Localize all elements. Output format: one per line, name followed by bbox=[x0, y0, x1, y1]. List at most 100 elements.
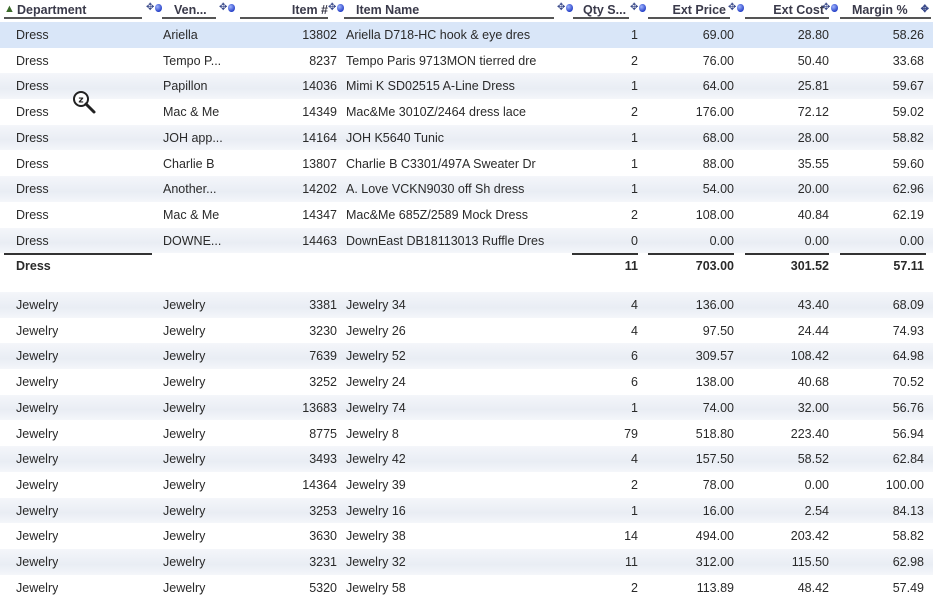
group-subtotal-row: Dress 11 703.00 301.52 57.11 bbox=[0, 253, 933, 279]
table-row[interactable]: Dress JOH app... 14164 JOH K5640 Tunic 1… bbox=[0, 124, 933, 151]
column-header-item-number[interactable]: Item # bbox=[240, 2, 328, 19]
cell-vendor: Charlie B bbox=[163, 156, 215, 171]
cell-ext-cost: 25.81 bbox=[797, 79, 829, 94]
move-column-icon[interactable]: ✥ bbox=[328, 3, 344, 13]
cell-ext-price: 0.00 bbox=[709, 233, 734, 248]
table-row[interactable]: Dress Another... 14202 A. Love VCKN9030 … bbox=[0, 176, 933, 202]
cell-margin: 56.94 bbox=[892, 426, 924, 441]
column-header-vendor[interactable]: Ven... bbox=[162, 2, 216, 19]
cell-vendor: Jewelry bbox=[163, 580, 206, 595]
table-row[interactable]: Jewelry Jewelry 3381 Jewelry 34 4 136.00… bbox=[0, 292, 933, 318]
cell-item-number: 14036 bbox=[302, 79, 337, 94]
cell-ext-cost: 40.84 bbox=[797, 207, 829, 222]
cell-vendor: Jewelry bbox=[163, 503, 206, 518]
svg-text:z: z bbox=[78, 96, 83, 106]
cell-qty: 1 bbox=[631, 156, 638, 171]
table-row[interactable]: Jewelry Jewelry 14364 Jewelry 39 2 78.00… bbox=[0, 471, 933, 498]
column-header-qty[interactable]: Qty S... bbox=[573, 2, 629, 19]
cell-qty: 4 bbox=[631, 298, 638, 312]
cell-ext-price: 108.00 bbox=[695, 207, 734, 222]
cell-item-number: 3230 bbox=[309, 323, 337, 338]
table-row[interactable]: Dress Mac & Me 14347 Mac&Me 685Z/2589 Mo… bbox=[0, 201, 933, 228]
cell-qty: 2 bbox=[631, 477, 638, 492]
cell-vendor: Jewelry bbox=[163, 555, 206, 569]
cell-qty: 14 bbox=[624, 529, 638, 544]
cell-item-name: Mimi K SD02515 A-Line Dress bbox=[346, 79, 515, 94]
cell-department: Jewelry bbox=[16, 323, 59, 338]
table-row[interactable]: Jewelry Jewelry 7639 Jewelry 52 6 309.57… bbox=[0, 343, 933, 370]
cell-item-name: A. Love VCKN9030 off Sh dress bbox=[346, 182, 525, 197]
column-header-ext-price[interactable]: Ext Price bbox=[648, 2, 730, 19]
table-row[interactable]: Dress Mac & Me 14349 Mac&Me 3010Z/2464 d… bbox=[0, 99, 933, 125]
move-column-icon[interactable]: ✥ bbox=[822, 3, 838, 13]
column-header-item-name[interactable]: Item Name bbox=[344, 2, 554, 19]
sort-ascending-icon[interactable]: ▲ bbox=[4, 2, 15, 16]
cell-item-name: Charlie B C3301/497A Sweater Dr bbox=[346, 156, 536, 171]
move-column-icon[interactable]: ✥ bbox=[146, 3, 162, 13]
table-row[interactable]: Jewelry Jewelry 3253 Jewelry 16 1 16.00 … bbox=[0, 497, 933, 524]
table-row[interactable]: Jewelry Jewelry 3252 Jewelry 24 6 138.00… bbox=[0, 369, 933, 395]
cell-qty: 1 bbox=[631, 503, 638, 518]
table-row[interactable]: Jewelry Jewelry 3630 Jewelry 38 14 494.0… bbox=[0, 523, 933, 549]
move-column-icon[interactable]: ✥ bbox=[630, 3, 646, 13]
cell-ext-cost: 28.80 bbox=[797, 28, 829, 42]
cell-ext-price: 157.50 bbox=[695, 452, 734, 467]
cell-qty: 0 bbox=[631, 233, 638, 248]
column-toggle-icon[interactable] bbox=[566, 4, 573, 12]
column-header-margin[interactable]: Margin % ✥ bbox=[840, 2, 931, 19]
table-row[interactable]: Jewelry Jewelry 3493 Jewelry 42 4 157.50… bbox=[0, 446, 933, 472]
move-column-icon[interactable]: ✥ bbox=[728, 3, 744, 13]
cell-ext-cost: 28.00 bbox=[797, 130, 829, 145]
subtotal-ext-cost: 301.52 bbox=[790, 259, 829, 274]
move-column-icon[interactable]: ✥ bbox=[557, 3, 573, 13]
column-toggle-icon[interactable] bbox=[155, 4, 162, 12]
cell-item-name: Jewelry 34 bbox=[346, 298, 406, 312]
column-header-ext-cost[interactable]: Ext Cost bbox=[745, 2, 829, 19]
table-row[interactable]: Jewelry Jewelry 3231 Jewelry 32 11 312.0… bbox=[0, 549, 933, 575]
cell-ext-cost: 58.52 bbox=[797, 452, 829, 467]
cell-ext-cost: 115.50 bbox=[791, 555, 829, 569]
column-toggle-icon[interactable] bbox=[228, 4, 235, 12]
table-row[interactable]: Dress Charlie B 13807 Charlie B C3301/49… bbox=[0, 150, 933, 177]
table-row[interactable]: Jewelry Jewelry 3230 Jewelry 26 4 97.50 … bbox=[0, 317, 933, 344]
cell-ext-price: 494.00 bbox=[695, 529, 734, 544]
table-row[interactable]: Jewelry Jewelry 8775 Jewelry 8 79 518.80… bbox=[0, 420, 933, 447]
table-row[interactable]: Dress DOWNE... 14463 DownEast DB18113013… bbox=[0, 227, 933, 254]
table-row[interactable]: Jewelry Jewelry 13683 Jewelry 74 1 74.00… bbox=[0, 394, 933, 421]
cell-item-number: 5320 bbox=[309, 580, 337, 595]
cell-ext-price: 97.50 bbox=[702, 323, 734, 338]
cell-vendor: JOH app... bbox=[163, 130, 223, 145]
cell-qty: 1 bbox=[631, 130, 638, 145]
cell-margin: 33.68 bbox=[892, 53, 924, 68]
cell-department: Dress bbox=[16, 79, 49, 94]
column-header-department[interactable]: ▲ Department bbox=[4, 2, 142, 19]
cell-vendor: Jewelry bbox=[163, 349, 206, 364]
table-row[interactable]: Dress Tempo P... 8237 Tempo Paris 9713MO… bbox=[0, 47, 933, 74]
cell-ext-price: 518.80 bbox=[695, 426, 734, 441]
cell-item-number: 3630 bbox=[309, 529, 337, 544]
cell-qty: 1 bbox=[631, 182, 638, 197]
table-row[interactable]: Dress Ariella 13802 Ariella D718-HC hook… bbox=[0, 22, 933, 48]
cell-item-number: 3253 bbox=[309, 503, 337, 518]
column-toggle-icon[interactable] bbox=[737, 4, 744, 12]
cell-department: Dress bbox=[16, 182, 49, 197]
cell-department: Jewelry bbox=[16, 580, 59, 595]
cell-item-number: 7639 bbox=[309, 349, 337, 364]
cell-vendor: Tempo P... bbox=[163, 53, 222, 68]
cell-department: Jewelry bbox=[16, 452, 59, 467]
cell-item-name: Mac&Me 685Z/2589 Mock Dress bbox=[346, 207, 529, 222]
column-header-label: Ext Price bbox=[672, 3, 726, 17]
cell-ext-cost: 48.42 bbox=[797, 580, 829, 595]
cell-item-name: Jewelry 39 bbox=[346, 477, 406, 492]
column-toggle-icon[interactable] bbox=[831, 4, 838, 12]
table-row[interactable]: Jewelry Jewelry 5320 Jewelry 58 2 113.89… bbox=[0, 574, 933, 601]
column-toggle-icon[interactable] bbox=[639, 4, 646, 12]
column-toggle-icon[interactable] bbox=[337, 4, 344, 12]
move-column-icon[interactable]: ✥ bbox=[219, 3, 235, 13]
move-column-icon[interactable]: ✥ bbox=[921, 3, 929, 17]
cell-qty: 1 bbox=[631, 400, 638, 415]
cell-ext-cost: 40.68 bbox=[797, 375, 829, 390]
column-header-label: Item Name bbox=[356, 3, 420, 17]
column-header-label: Ext Cost bbox=[773, 3, 824, 17]
table-row[interactable]: Dress Papillon 14036 Mimi K SD02515 A-Li… bbox=[0, 73, 933, 100]
